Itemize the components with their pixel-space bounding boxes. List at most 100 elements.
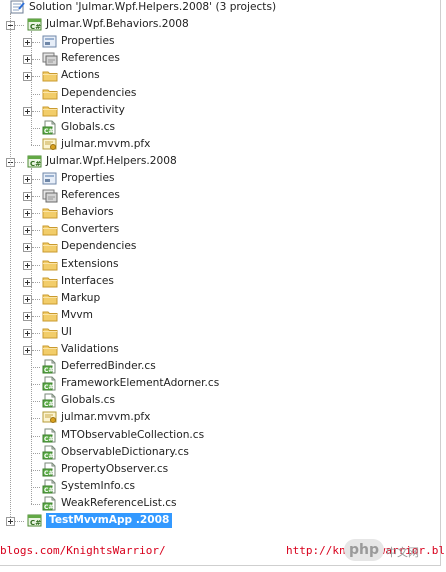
svg-text:C#: C#	[30, 160, 41, 168]
csharp-project-icon: C#	[27, 513, 43, 528]
tree-item-label: Actions	[61, 69, 100, 81]
tree-item[interactable]: C# MTObservableCollection.cs	[0, 427, 430, 444]
tree-item[interactable]: C# WeakReferenceList.cs	[0, 495, 430, 512]
tree-item[interactable]: C# Globals.cs	[0, 119, 430, 136]
tree-item[interactable]: C# SystemInfo.cs	[0, 478, 430, 495]
tree-item-label: PropertyObserver.cs	[61, 463, 169, 475]
cs-file-icon: C#	[42, 376, 58, 391]
tree-item[interactable]: Actions	[0, 67, 430, 84]
folder-icon	[42, 325, 58, 340]
folder-icon	[42, 68, 58, 83]
tree-item[interactable]: C# PropertyObserver.cs	[0, 461, 430, 478]
folder-icon-graphic	[42, 242, 58, 253]
properties-icon-graphic	[42, 172, 57, 185]
tree-item[interactable]: Validations	[0, 341, 430, 358]
cs-file-icon-graphic: C#	[42, 120, 56, 135]
watermark-footer: blogs.com/KnightsWarrior/ http://knights…	[0, 539, 446, 561]
svg-text:C#: C#	[44, 470, 53, 477]
folder-icon-graphic	[42, 208, 58, 219]
folder-icon-graphic	[42, 294, 58, 305]
tree-item[interactable]: Properties	[0, 170, 430, 187]
tree-item-label: Properties	[61, 35, 115, 47]
project-node[interactable]: C# Julmar.Wpf.Helpers.2008	[0, 153, 430, 170]
references-icon-graphic	[42, 52, 58, 66]
tree-item[interactable]: Markup	[0, 290, 430, 307]
tree-item-label: ObservableDictionary.cs	[61, 446, 189, 458]
project-node[interactable]: C# TestMvvmApp .2008	[0, 512, 430, 529]
tree-item[interactable]: C# ObservableDictionary.cs	[0, 444, 430, 461]
folder-icon	[42, 103, 58, 118]
properties-icon-graphic	[42, 35, 57, 48]
tree-item[interactable]: Extensions	[0, 256, 430, 273]
tree-item[interactable]: Interactivity	[0, 102, 430, 119]
tree-item-label: Dependencies	[61, 240, 137, 252]
folder-icon	[42, 86, 58, 101]
tree-item[interactable]: C# Globals.cs	[0, 392, 430, 409]
tree-item-label: DeferredBinder.cs	[61, 360, 156, 372]
tree-item[interactable]: References	[0, 187, 430, 204]
cs-file-icon-graphic: C#	[42, 479, 56, 494]
tree-item-label: Interactivity	[61, 104, 125, 116]
svg-text:C#: C#	[44, 453, 53, 460]
tree-item-label: Markup	[61, 292, 101, 304]
solution-explorer-tree: Solution 'Julmar.Wpf.Helpers.2008' (3 pr…	[0, 0, 441, 566]
tree-item[interactable]: Properties	[0, 33, 430, 50]
csharp-project-icon: C#	[27, 154, 43, 169]
folder-icon-graphic	[42, 345, 58, 356]
cs-file-icon-graphic: C#	[42, 359, 56, 374]
php-watermark: php	[344, 539, 384, 561]
project-node-label: Julmar.Wpf.Behaviors.2008	[46, 18, 189, 30]
tree-item[interactable]: Mvvm	[0, 307, 430, 324]
svg-text:C#: C#	[30, 23, 41, 31]
tree-item[interactable]: References	[0, 50, 430, 67]
tree-item-label: Globals.cs	[61, 394, 116, 406]
folder-icon	[42, 291, 58, 306]
csharp-project-icon-graphic: C#	[27, 18, 42, 31]
cs-file-icon: C#	[42, 496, 58, 511]
tree-item[interactable]: Dependencies	[0, 85, 430, 102]
properties-icon	[42, 34, 58, 49]
tree-item-label: Mvvm	[61, 309, 93, 321]
tree-item[interactable]: julmar.mvvm.pfx	[0, 409, 430, 426]
solution-node[interactable]: Solution 'Julmar.Wpf.Helpers.2008' (3 pr…	[0, 0, 430, 16]
certificate-icon	[42, 137, 58, 152]
csharp-project-icon-graphic: C#	[27, 155, 42, 168]
solution-icon	[10, 0, 26, 15]
certificate-icon-graphic	[42, 411, 57, 423]
csharp-project-icon-graphic: C#	[27, 514, 42, 527]
folder-icon	[42, 274, 58, 289]
cs-file-icon-graphic: C#	[42, 393, 56, 408]
tree-item[interactable]: C# DeferredBinder.cs	[0, 358, 430, 375]
tree-item-label: julmar.mvvm.pfx	[61, 138, 151, 150]
tree-item-label: julmar.mvvm.pfx	[61, 411, 151, 423]
svg-text:C#: C#	[44, 487, 53, 494]
project-node-label: TestMvvmApp .2008	[46, 513, 173, 528]
tree-item-label: Behaviors	[61, 206, 114, 218]
tree-item[interactable]: julmar.mvvm.pfx	[0, 136, 430, 153]
certificate-icon	[42, 410, 58, 425]
tree-vertical-line	[31, 168, 32, 504]
properties-icon	[42, 171, 58, 186]
tree-item-label: Properties	[61, 172, 115, 184]
folder-icon	[42, 205, 58, 220]
cs-file-icon-graphic: C#	[42, 428, 56, 443]
cs-file-icon-graphic: C#	[42, 462, 56, 477]
tree-item[interactable]: Dependencies	[0, 238, 430, 255]
tree-item-label: Dependencies	[61, 87, 137, 99]
folder-icon-graphic	[42, 311, 58, 322]
tree-item[interactable]: Behaviors	[0, 204, 430, 221]
tree-item[interactable]: Converters	[0, 221, 430, 238]
tree-item[interactable]: Interfaces	[0, 273, 430, 290]
tree-item-label: WeakReferenceList.cs	[61, 497, 177, 509]
tree-item[interactable]: C# FrameworkElementAdorner.cs	[0, 375, 430, 392]
project-node[interactable]: C# Julmar.Wpf.Behaviors.2008	[0, 16, 430, 33]
cs-file-icon: C#	[42, 393, 58, 408]
folder-icon-graphic	[42, 328, 58, 339]
folder-icon-graphic	[42, 277, 58, 288]
folder-icon-graphic	[42, 225, 58, 236]
tree-item-label: MTObservableCollection.cs	[61, 429, 205, 441]
tree-item-label: SystemInfo.cs	[61, 480, 136, 492]
tree-item[interactable]: UI	[0, 324, 430, 341]
folder-icon-graphic	[42, 71, 58, 82]
cs-file-icon-graphic: C#	[42, 496, 56, 511]
